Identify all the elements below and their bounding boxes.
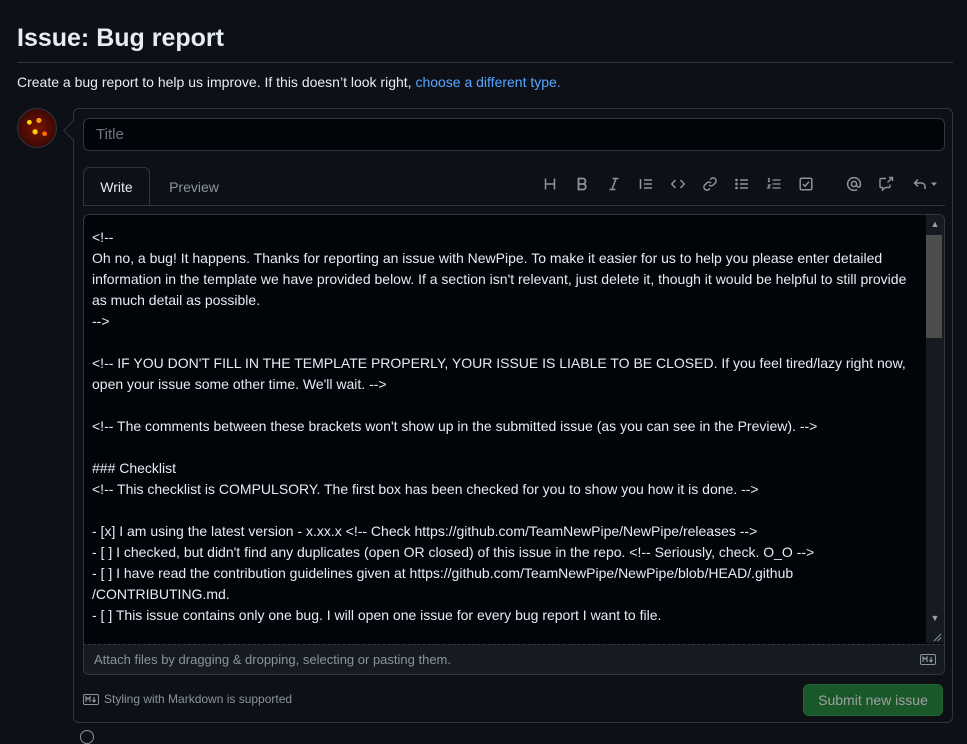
editor-line: <!-- IF YOU DON'T FILL IN THE TEMPLATE P… (92, 355, 910, 392)
page-subtitle: Create a bug report to help us improve. … (17, 74, 561, 90)
user-avatar[interactable] (17, 108, 57, 148)
editor-line: <!-- The comments between these brackets… (92, 418, 818, 434)
markdown-hint-text: Styling with Markdown is supported (104, 692, 293, 706)
tab-preview[interactable]: Preview (160, 167, 228, 206)
attach-files-bar[interactable]: Attach files by dragging & dropping, sel… (83, 644, 945, 675)
editor-line: --> (92, 313, 110, 329)
editor-scrollbar[interactable]: ▲ ▼ (926, 215, 944, 643)
editor-line: Oh no, a bug! It happens. Thanks for rep… (92, 250, 911, 308)
scroll-down-icon[interactable]: ▼ (930, 613, 940, 623)
editor-line: - [ ] I checked, but didn't find any dup… (92, 544, 815, 560)
editor-line: - [ ] I have read the contribution guide… (92, 565, 794, 602)
attach-files-text: Attach files by dragging & dropping, sel… (94, 652, 451, 667)
markdown-toolbar (539, 173, 949, 197)
editor-line: ### Checklist (92, 460, 177, 476)
editor-line: <!-- (92, 229, 114, 245)
heading-icon[interactable] (539, 173, 561, 195)
subtitle-text: Create a bug report to help us improve. … (17, 74, 416, 90)
choose-different-type-link[interactable]: choose a different type. (415, 74, 560, 90)
mention-icon[interactable] (843, 173, 865, 195)
editor-line: - [x] I am using the latest version - x.… (92, 523, 758, 539)
title-divider (17, 62, 953, 63)
editor-line: - [ ] This issue contains only one bug. … (92, 607, 662, 623)
markdown-hint[interactable]: Styling with Markdown is supported (83, 692, 292, 706)
submit-issue-button[interactable]: Submit new issue (803, 684, 943, 716)
info-icon (80, 730, 94, 744)
issue-title-input[interactable] (83, 118, 945, 151)
page-title: Issue: Bug report (17, 24, 224, 52)
scroll-up-icon[interactable]: ▲ (930, 219, 940, 229)
cross-reference-icon[interactable] (875, 173, 897, 195)
numbered-list-icon[interactable] (763, 173, 785, 195)
editor-line: <!-- This checklist is COMPULSORY. The f… (92, 481, 759, 497)
resize-handle-icon[interactable] (932, 632, 942, 642)
issue-body-text[interactable]: <!-- Oh no, a bug! It happens. Thanks fo… (92, 227, 922, 626)
quote-icon[interactable] (635, 173, 657, 195)
bold-icon[interactable] (571, 173, 593, 195)
link-icon[interactable] (699, 173, 721, 195)
tab-write[interactable]: Write (83, 167, 150, 206)
italic-icon[interactable] (603, 173, 625, 195)
reply-icon[interactable] (909, 173, 941, 195)
scroll-thumb[interactable] (926, 235, 942, 338)
chevron-down-icon (931, 182, 937, 186)
tabs-divider (83, 205, 945, 206)
markdown-icon (83, 693, 99, 705)
issue-body-editor[interactable]: <!-- Oh no, a bug! It happens. Thanks fo… (83, 214, 945, 644)
task-list-icon[interactable] (795, 173, 817, 195)
markdown-icon (920, 654, 936, 665)
bulleted-list-icon[interactable] (731, 173, 753, 195)
issue-form: Write Preview (73, 108, 953, 723)
code-icon[interactable] (667, 173, 689, 195)
